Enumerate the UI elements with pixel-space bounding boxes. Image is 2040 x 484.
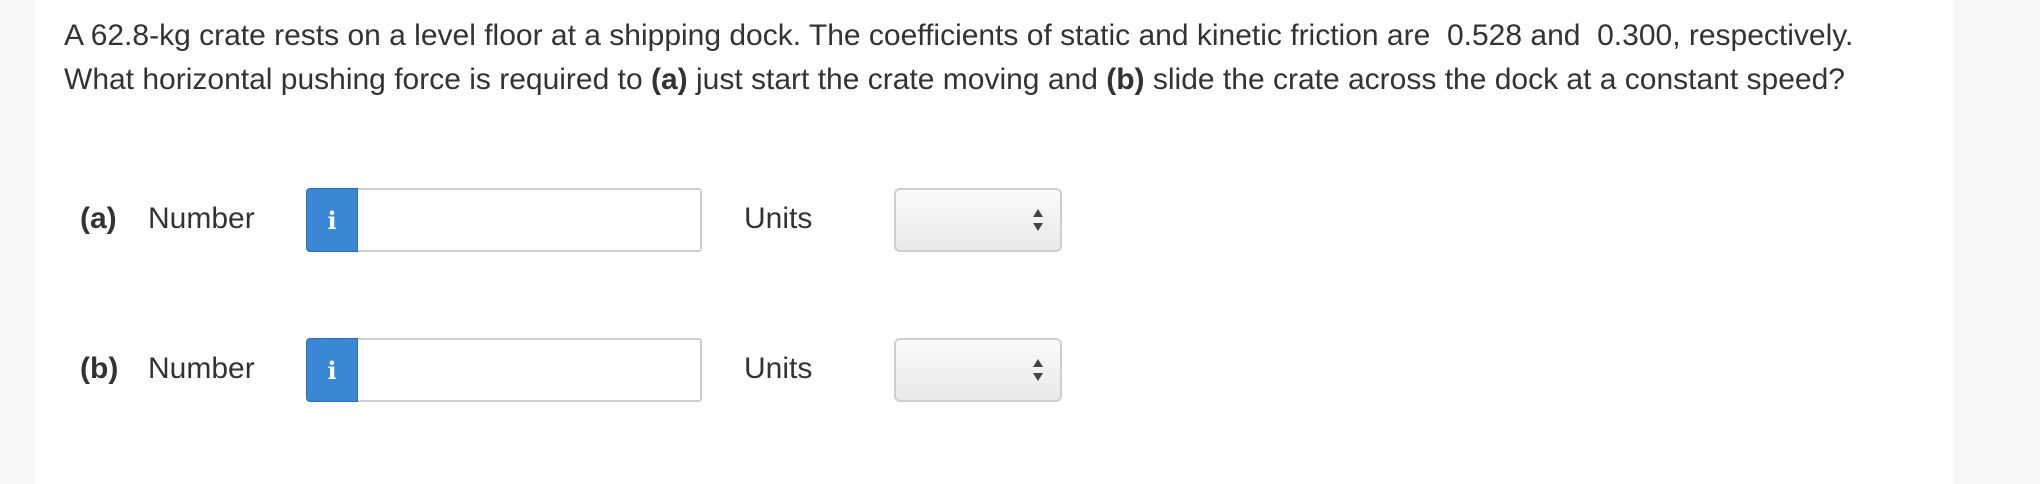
and-word: and (1530, 19, 1581, 52)
number-label-a: Number (148, 202, 255, 235)
question-card: A 62.8-kg crate rests on a level floor a… (34, 0, 1953, 484)
units-label-b: Units (744, 352, 813, 385)
question-intro: A 62.8-kg crate rests on a level floor a… (64, 19, 1431, 52)
part-a-text: just start the crate moving and (696, 63, 1098, 96)
kinetic-friction-value: 0.300 (1597, 19, 1673, 52)
units-label-a: Units (744, 202, 813, 235)
answer-row-a: (a) Number i Units (80, 188, 1080, 254)
number-label-b: Number (148, 352, 255, 385)
part-b-text: slide the crate across the dock at a con… (1152, 63, 1845, 96)
part-b-label: (b) (80, 352, 119, 385)
part-a-tag: (a) (651, 63, 688, 96)
select-arrows-icon (1033, 209, 1043, 231)
question-text: A 62.8-kg crate rests on a level floor a… (64, 14, 1924, 102)
units-select-b[interactable] (894, 338, 1062, 402)
part-b-tag: (b) (1106, 63, 1145, 96)
info-icon[interactable]: i (306, 188, 358, 252)
part-a-label: (a) (80, 202, 117, 235)
number-input-a[interactable] (358, 188, 702, 252)
number-input-b[interactable] (358, 338, 702, 402)
answer-row-b: (b) Number i Units (80, 338, 1080, 404)
select-arrows-icon (1033, 359, 1043, 381)
info-icon[interactable]: i (306, 338, 358, 402)
static-friction-value: 0.528 (1446, 19, 1523, 52)
units-select-a[interactable] (894, 188, 1062, 252)
